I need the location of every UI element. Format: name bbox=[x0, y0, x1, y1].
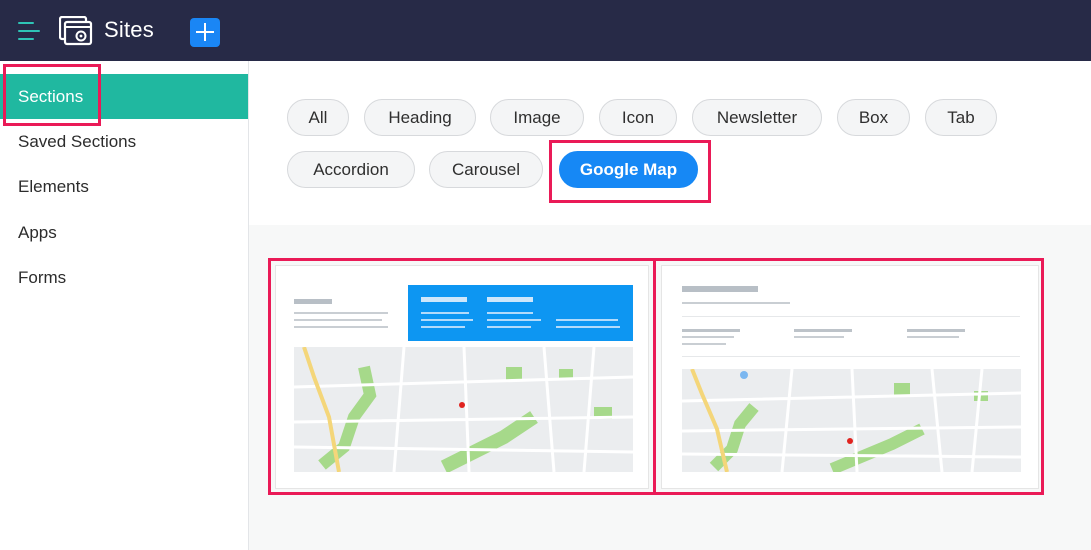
placeholder-line bbox=[907, 336, 959, 338]
sidebar-item-apps[interactable]: Apps bbox=[0, 210, 248, 255]
sidebar-item-elements[interactable]: Elements bbox=[0, 164, 248, 209]
placeholder-heading bbox=[294, 299, 332, 304]
placeholder-line bbox=[682, 343, 726, 345]
hamburger-icon[interactable] bbox=[18, 22, 40, 42]
add-button[interactable] bbox=[190, 18, 220, 47]
placeholder-line bbox=[682, 302, 790, 304]
filter-chip-icon[interactable]: Icon bbox=[599, 99, 677, 136]
filter-chip-tab[interactable]: Tab bbox=[925, 99, 997, 136]
placeholder-line bbox=[294, 319, 382, 321]
app-title: Sites bbox=[104, 17, 154, 42]
placeholder-line bbox=[794, 336, 844, 338]
google-map-template-card-2[interactable] bbox=[661, 265, 1039, 489]
placeholder-line bbox=[682, 336, 734, 338]
contact-info-panel bbox=[408, 285, 633, 341]
placeholder-line bbox=[294, 312, 388, 314]
filter-chip-image[interactable]: Image bbox=[490, 99, 584, 136]
map-preview bbox=[294, 347, 633, 472]
placeholder-line bbox=[794, 329, 852, 332]
placeholder-line bbox=[294, 326, 388, 328]
placeholder-line bbox=[907, 329, 965, 332]
filter-chip-box[interactable]: Box bbox=[837, 99, 910, 136]
filter-bar: All Heading Image Icon Newsletter Box Ta… bbox=[249, 61, 1091, 225]
map-preview bbox=[682, 369, 1021, 472]
filter-chip-carousel[interactable]: Carousel bbox=[429, 151, 543, 188]
sidebar-item-sections[interactable]: Sections bbox=[0, 74, 248, 119]
section-gallery bbox=[249, 225, 1091, 550]
top-bar: Sites bbox=[0, 0, 1091, 61]
sidebar-item-saved-sections[interactable]: Saved Sections bbox=[0, 119, 248, 164]
filter-chip-all[interactable]: All bbox=[287, 99, 349, 136]
placeholder-line bbox=[682, 329, 740, 332]
placeholder-heading bbox=[682, 286, 758, 292]
filter-chip-google-map[interactable]: Google Map bbox=[559, 151, 698, 188]
sidebar: Sections Saved Sections Elements Apps Fo… bbox=[0, 61, 249, 550]
sites-logo-icon bbox=[59, 16, 93, 46]
sidebar-item-forms[interactable]: Forms bbox=[0, 255, 248, 300]
filter-chip-accordion[interactable]: Accordion bbox=[287, 151, 415, 188]
google-map-template-card-1[interactable] bbox=[275, 265, 649, 489]
filter-chip-newsletter[interactable]: Newsletter bbox=[692, 99, 822, 136]
filter-chip-heading[interactable]: Heading bbox=[364, 99, 476, 136]
